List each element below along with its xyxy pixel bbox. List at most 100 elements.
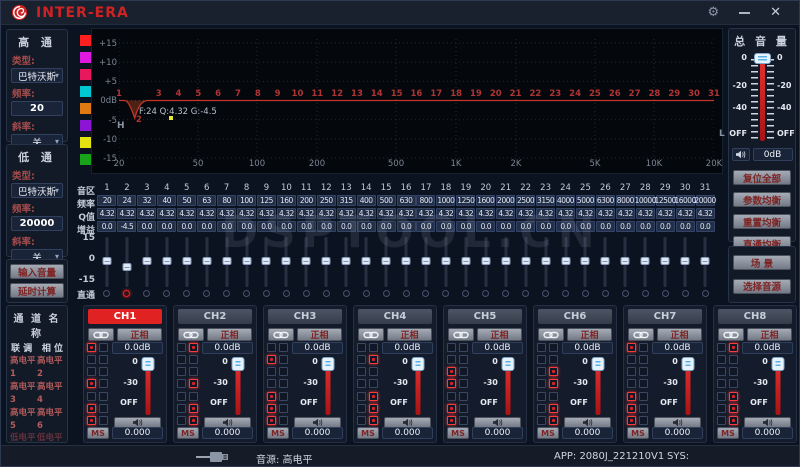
gain-cell[interactable]: 0.0: [357, 221, 376, 232]
channel-delay-value[interactable]: 0.000: [292, 427, 343, 439]
hp-freq-input[interactable]: 20: [11, 101, 63, 116]
input-checkbox[interactable]: [549, 404, 558, 413]
gain-cell[interactable]: -4.5: [117, 221, 136, 232]
input-checkbox[interactable]: [639, 416, 648, 425]
input-checkbox[interactable]: [627, 367, 636, 376]
slider-handle[interactable]: [681, 257, 690, 265]
bypass-radio[interactable]: [243, 290, 250, 297]
channel-header[interactable]: CH4: [358, 309, 432, 324]
eq-band-slider[interactable]: [456, 236, 476, 288]
channel-delay-value[interactable]: 0.000: [652, 427, 703, 439]
input-checkbox[interactable]: [279, 379, 288, 388]
freq-cell[interactable]: 6300: [596, 195, 615, 206]
input-checkbox[interactable]: [639, 343, 648, 352]
bypass-radio[interactable]: [343, 290, 350, 297]
input-checkbox[interactable]: [627, 355, 636, 364]
q-cell[interactable]: 4.32: [656, 208, 675, 219]
master-mute-button[interactable]: [732, 148, 750, 161]
bypass-radio[interactable]: [183, 290, 190, 297]
input-checkbox[interactable]: [369, 392, 378, 401]
bypass-radio[interactable]: [203, 290, 210, 297]
input-checkbox[interactable]: [279, 355, 288, 364]
freq-cell[interactable]: 400: [357, 195, 376, 206]
select-source-button[interactable]: 选择音源: [733, 279, 791, 294]
input-checkbox[interactable]: [627, 343, 636, 352]
input-checkbox[interactable]: [447, 367, 456, 376]
q-cell[interactable]: 4.32: [536, 208, 555, 219]
bypass-radio[interactable]: [363, 290, 370, 297]
scene-button[interactable]: 场 景: [733, 255, 791, 270]
input-checkbox[interactable]: [729, 367, 738, 376]
freq-cell[interactable]: 50: [177, 195, 196, 206]
bypass-radio[interactable]: [482, 290, 489, 297]
q-cell[interactable]: 4.32: [157, 208, 176, 219]
input-checkbox[interactable]: [549, 343, 558, 352]
input-checkbox[interactable]: [177, 379, 186, 388]
slider-handle[interactable]: [262, 257, 271, 265]
gain-cell[interactable]: 0.0: [397, 221, 416, 232]
eq-band-slider[interactable]: [635, 236, 655, 288]
master-volume-handle[interactable]: [754, 53, 771, 64]
channel-color-swatch[interactable]: [80, 86, 91, 97]
input-checkbox[interactable]: [729, 379, 738, 388]
master-volume-slider[interactable]: [760, 57, 765, 141]
input-checkbox[interactable]: [729, 416, 738, 425]
ms-button[interactable]: MS: [87, 427, 109, 439]
slider-handle[interactable]: [282, 257, 291, 265]
slider-handle[interactable]: [701, 257, 710, 265]
channel-delay-value[interactable]: 0.000: [382, 427, 433, 439]
freq-cell[interactable]: 125: [257, 195, 276, 206]
freq-cell[interactable]: 630: [397, 195, 416, 206]
eq-band-slider[interactable]: [376, 236, 396, 288]
eq-band-slider[interactable]: [137, 236, 157, 288]
eq-band-slider[interactable]: [416, 236, 436, 288]
bypass-radio[interactable]: [323, 290, 330, 297]
q-cell[interactable]: 4.32: [257, 208, 276, 219]
eq-band-slider[interactable]: [316, 236, 336, 288]
freq-cell[interactable]: 3150: [536, 195, 555, 206]
input-checkbox[interactable]: [447, 343, 456, 352]
input-checkbox[interactable]: [717, 367, 726, 376]
input-checkbox[interactable]: [177, 392, 186, 401]
q-cell[interactable]: 4.32: [456, 208, 475, 219]
channel-volume-slider[interactable]: [231, 357, 245, 415]
eq-band-slider[interactable]: [655, 236, 675, 288]
ms-button[interactable]: MS: [267, 427, 289, 439]
q-cell[interactable]: 4.32: [317, 208, 336, 219]
eq-band-slider[interactable]: [237, 236, 257, 288]
gain-cell[interactable]: 0.0: [337, 221, 356, 232]
q-cell[interactable]: 4.32: [377, 208, 396, 219]
q-cell[interactable]: 4.32: [496, 208, 515, 219]
input-checkbox[interactable]: [99, 416, 108, 425]
input-checkbox[interactable]: [459, 416, 468, 425]
slider-handle[interactable]: [661, 257, 670, 265]
input-checkbox[interactable]: [369, 355, 378, 364]
input-checkbox[interactable]: [537, 416, 546, 425]
gain-cell[interactable]: 0.0: [576, 221, 595, 232]
freq-cell[interactable]: 16000: [676, 195, 695, 206]
q-cell[interactable]: 4.32: [476, 208, 495, 219]
graph-plot-area[interactable]: 1234567891011121314151617181920212223242…: [119, 37, 714, 159]
q-cell[interactable]: 4.32: [636, 208, 655, 219]
freq-cell[interactable]: 80: [217, 195, 236, 206]
input-checkbox[interactable]: [549, 355, 558, 364]
input-checkbox[interactable]: [729, 355, 738, 364]
input-checkbox[interactable]: [267, 343, 276, 352]
input-checkbox[interactable]: [627, 416, 636, 425]
input-checkbox[interactable]: [627, 404, 636, 413]
channel-header[interactable]: CH1: [88, 309, 162, 324]
channel-header[interactable]: CH3: [268, 309, 342, 324]
channel-gain-value[interactable]: 0.0dB: [382, 342, 433, 354]
bypass-radio[interactable]: [103, 290, 110, 297]
input-checkbox[interactable]: [627, 392, 636, 401]
channel-gain-value[interactable]: 0.0dB: [472, 342, 523, 354]
q-cell[interactable]: 4.32: [277, 208, 296, 219]
channel-color-swatch[interactable]: [80, 103, 91, 114]
bypass-radio[interactable]: [263, 290, 270, 297]
gain-cell[interactable]: 0.0: [317, 221, 336, 232]
channel-color-swatch[interactable]: [80, 52, 91, 63]
phase-button[interactable]: 正相: [387, 328, 432, 341]
eq-band-slider[interactable]: [356, 236, 376, 288]
eq-band-slider[interactable]: [536, 236, 556, 288]
input-checkbox[interactable]: [99, 392, 108, 401]
